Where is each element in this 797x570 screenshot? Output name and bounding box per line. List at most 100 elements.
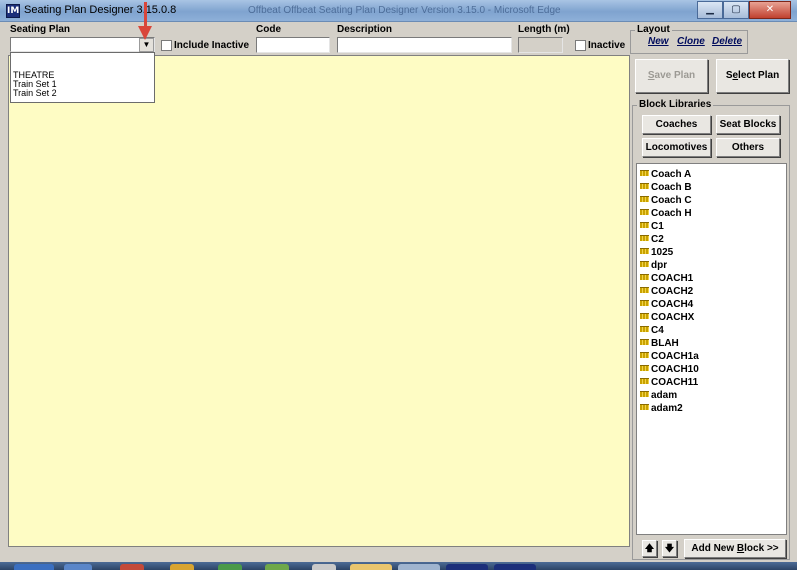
block-list-item-label: COACH4 — [651, 299, 694, 310]
block-list-item-label: C2 — [651, 234, 664, 245]
add-new-block-prefix: Add New — [691, 543, 737, 554]
coach-block-icon — [640, 248, 649, 254]
coach-block-icon — [640, 352, 649, 358]
seating-plan-combo[interactable] — [10, 37, 155, 52]
coach-block-icon — [640, 300, 649, 306]
block-list-item-label: Coach B — [651, 182, 692, 193]
select-plan-button[interactable]: Select Plan — [716, 59, 789, 93]
layout-clone-link[interactable]: Clone — [677, 36, 705, 47]
coach-block-icon — [640, 287, 649, 293]
block-list-item[interactable]: C4 — [637, 324, 786, 337]
chevron-down-icon[interactable]: ▼ — [139, 38, 154, 52]
save-plan-mnemonic: S — [647, 70, 655, 81]
coach-block-icon — [640, 235, 649, 241]
select-plan-label: lect Plan — [738, 70, 780, 81]
taskbar-app-icon[interactable] — [64, 564, 92, 570]
seat-blocks-button[interactable]: Seat Blocks — [716, 115, 780, 134]
coach-block-icon — [640, 339, 649, 345]
block-list-item[interactable]: COACH10 — [637, 363, 786, 376]
seating-plan-dropdown-list: THEATRE Train Set 1 Train Set 2 — [10, 52, 155, 103]
coaches-button[interactable]: Coaches — [642, 115, 711, 134]
block-list-item[interactable]: COACH2 — [637, 285, 786, 298]
window-controls: ▁ ▢ ✕ — [697, 1, 791, 19]
seating-plan-canvas[interactable] — [8, 55, 630, 547]
block-list-item[interactable]: Coach C — [637, 194, 786, 207]
block-list-item-label: dpr — [651, 260, 668, 271]
coach-block-icon — [640, 274, 649, 280]
locomotives-button[interactable]: Locomotives — [642, 138, 711, 157]
block-list-item[interactable]: adam2 — [637, 402, 786, 415]
length-input[interactable] — [518, 37, 563, 53]
block-list-item-label: COACH10 — [651, 364, 699, 375]
block-list-item[interactable]: COACH4 — [637, 298, 786, 311]
block-list-item[interactable]: COACH1a — [637, 350, 786, 363]
app-icon: IM — [6, 4, 20, 18]
block-list-item[interactable]: BLAH — [637, 337, 786, 350]
coach-block-icon — [640, 365, 649, 371]
block-list-item[interactable]: COACH1 — [637, 272, 786, 285]
taskbar-app-icon[interactable] — [446, 564, 488, 570]
layout-delete-link[interactable]: Delete — [712, 36, 742, 47]
inactive-label: Inactive — [588, 40, 626, 51]
block-list-item-label: COACH1a — [651, 351, 699, 362]
save-plan-button[interactable]: Save Plan — [635, 59, 708, 93]
coach-block-icon — [640, 313, 649, 319]
block-list-item[interactable]: 1025 — [637, 246, 786, 259]
up-arrow-icon: 🡅 — [644, 543, 655, 553]
layout-new-link[interactable]: New — [648, 36, 669, 47]
block-list-item-label: Coach C — [651, 195, 692, 206]
coach-block-icon — [640, 183, 649, 189]
start-button[interactable] — [14, 564, 54, 570]
block-list-item-label: C1 — [651, 221, 664, 232]
others-button[interactable]: Others — [716, 138, 780, 157]
block-list-item[interactable]: adam — [637, 389, 786, 402]
move-up-button[interactable]: 🡅 — [642, 540, 657, 557]
maximize-button[interactable]: ▢ — [723, 1, 749, 19]
include-inactive-label: Include Inactive — [174, 40, 250, 51]
block-list-item-label: C4 — [651, 325, 664, 336]
block-list-item-label: COACH2 — [651, 286, 694, 297]
description-label: Description — [337, 24, 393, 35]
block-list-item[interactable]: C1 — [637, 220, 786, 233]
block-list-item[interactable]: Coach A — [637, 168, 786, 181]
taskbar-app-icon[interactable] — [312, 564, 336, 570]
taskbar-app-icon[interactable] — [170, 564, 194, 570]
taskbar-app-icon[interactable] — [494, 564, 536, 570]
add-new-block-button[interactable]: Add New Block >> — [684, 539, 786, 558]
code-label: Code — [256, 24, 281, 35]
include-inactive-checkbox[interactable] — [161, 40, 172, 51]
close-button[interactable]: ✕ — [749, 1, 791, 19]
block-list[interactable]: Coach A Coach B Coach C Coach H C1 C2 1025 dpr C… — [636, 163, 787, 535]
block-list-item-label: 1025 — [651, 247, 674, 258]
red-arrow-annotation — [138, 2, 152, 40]
move-down-button[interactable]: 🡇 — [662, 540, 677, 557]
taskbar-app-icon[interactable] — [120, 564, 144, 570]
coach-block-icon — [640, 196, 649, 202]
block-list-item[interactable]: COACH11 — [637, 376, 786, 389]
taskbar-app-icon[interactable] — [218, 564, 242, 570]
coach-block-icon — [640, 326, 649, 332]
block-list-item[interactable]: C2 — [637, 233, 786, 246]
block-list-item-label: Coach A — [651, 169, 692, 180]
taskbar-app-icon[interactable] — [350, 564, 392, 570]
block-list-item[interactable]: dpr — [637, 259, 786, 272]
taskbar-app-icon[interactable] — [398, 564, 440, 570]
block-list-item[interactable]: Coach B — [637, 181, 786, 194]
block-list-item-label: COACH1 — [651, 273, 694, 284]
window-title-faded: Offbeat Offbeat Seating Plan Designer Ve… — [248, 5, 561, 16]
block-list-item-label: COACHX — [651, 312, 695, 323]
code-input[interactable] — [256, 37, 330, 53]
dropdown-option[interactable]: Train Set 2 — [11, 89, 154, 98]
block-list-item[interactable]: COACHX — [637, 311, 786, 324]
block-list-item[interactable]: Coach H — [637, 207, 786, 220]
coach-block-icon — [640, 391, 649, 397]
block-list-item-label: BLAH — [651, 338, 679, 349]
description-input[interactable] — [337, 37, 512, 53]
coach-block-icon — [640, 261, 649, 267]
taskbar-app-icon[interactable] — [265, 564, 289, 570]
inactive-checkbox[interactable] — [575, 40, 586, 51]
minimize-button[interactable]: ▁ — [697, 1, 723, 19]
coach-block-icon — [640, 209, 649, 215]
block-list-item-label: adam — [651, 390, 678, 401]
dropdown-option[interactable] — [11, 53, 154, 62]
